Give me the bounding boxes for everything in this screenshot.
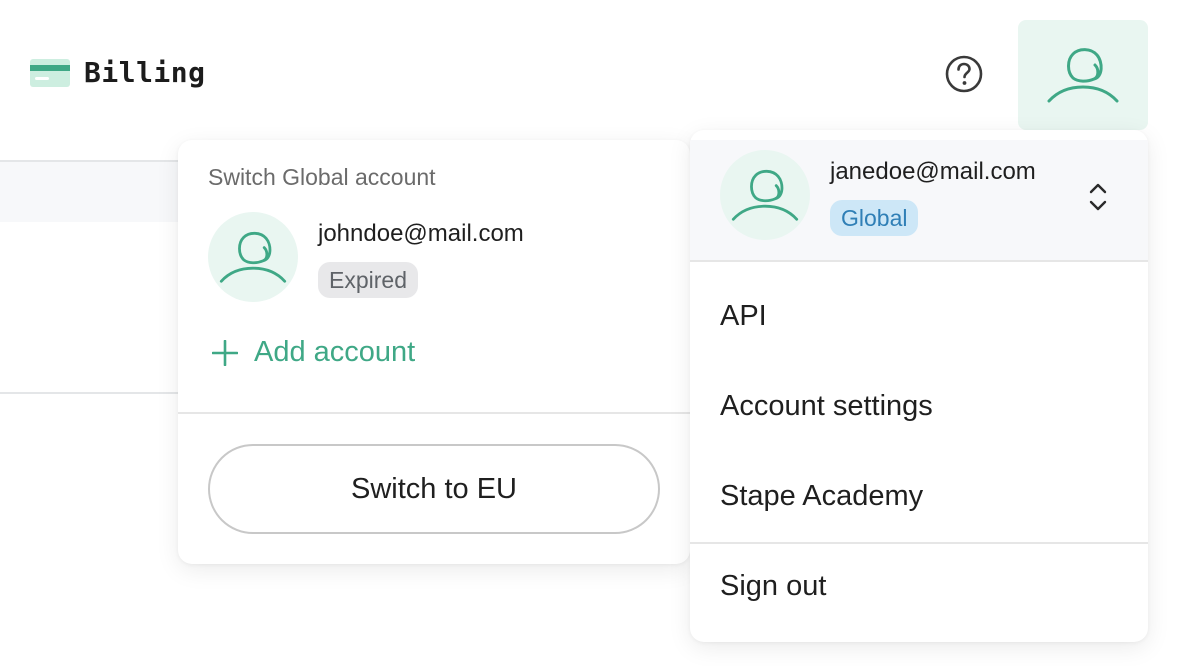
account-avatar[interactable] xyxy=(208,212,298,302)
profile-avatar-button[interactable] xyxy=(1018,20,1148,130)
add-account-label: Add account xyxy=(254,336,416,368)
account-email[interactable]: johndoe@mail.com xyxy=(318,220,524,248)
panel-divider xyxy=(178,412,690,414)
current-account-selector[interactable]: janedoe@mail.com Global xyxy=(690,140,1148,260)
plus-icon xyxy=(212,339,238,366)
status-badge-expired: Expired xyxy=(318,262,418,298)
menu-item-api[interactable]: API xyxy=(720,300,767,333)
switch-to-eu-button[interactable]: Switch to EU xyxy=(208,444,660,534)
chevron-up-down-icon xyxy=(1089,183,1107,211)
switch-account-heading: Switch Global account xyxy=(208,164,436,190)
sign-out-button[interactable]: Sign out xyxy=(720,570,826,603)
user-icon xyxy=(219,231,287,283)
menu-divider xyxy=(690,260,1148,262)
help-button[interactable] xyxy=(944,54,984,94)
menu-item-stape-academy[interactable]: Stape Academy xyxy=(720,480,923,513)
user-icon xyxy=(731,169,799,221)
menu-item-account-settings[interactable]: Account settings xyxy=(720,390,933,423)
help-circle-icon xyxy=(945,55,983,93)
switch-account-panel: Switch Global account johndoe@mail.com E… xyxy=(178,140,690,564)
profile-menu: janedoe@mail.com Global API Account sett… xyxy=(690,130,1148,642)
page-title-text: Billing xyxy=(84,56,206,89)
region-badge-global: Global xyxy=(830,200,919,236)
current-account-avatar xyxy=(720,150,810,240)
page-title: Billing xyxy=(30,56,206,89)
credit-card-icon xyxy=(30,58,70,87)
add-account-button[interactable]: Add account xyxy=(212,336,415,369)
user-icon xyxy=(1047,48,1119,103)
current-account-email: janedoe@mail.com xyxy=(830,158,1036,185)
menu-divider xyxy=(690,542,1148,544)
